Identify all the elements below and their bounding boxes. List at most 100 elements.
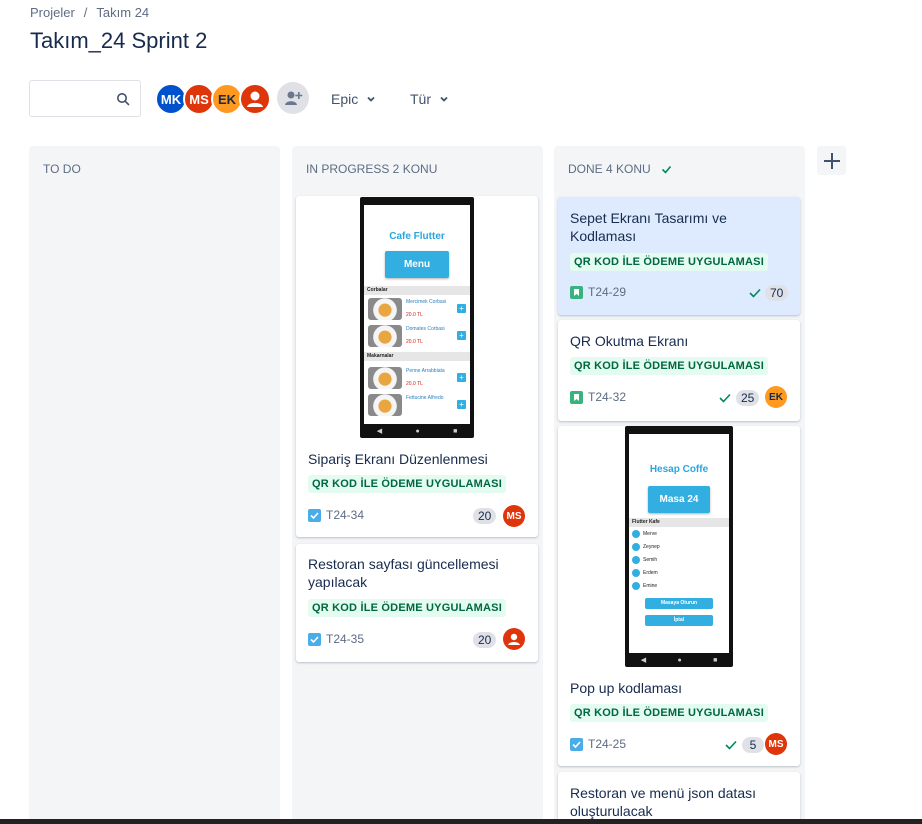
story-points: 20: [473, 508, 497, 524]
card-title: Restoran sayfası güncellemesi yapılacak: [308, 556, 499, 590]
epic-label[interactable]: QR KOD İLE ÖDEME UYGULAMASI: [308, 475, 506, 493]
issue-key[interactable]: T24-35: [326, 632, 364, 646]
column-title: TO DO: [43, 162, 81, 176]
card-title: QR Okutma Ekranı: [570, 333, 689, 349]
soup-image: [368, 325, 402, 347]
phone-screen: Cafe Flutter Menu Corbalar Mercimek Corb…: [364, 205, 470, 424]
phone-menu-item: Domates Corbasi 20.0 TL +: [366, 324, 468, 348]
item-price: 20.0 TL: [406, 381, 423, 387]
issue-card-t24-32[interactable]: QR Okutma Ekranı QR KOD İLE ÖDEME UYGULA…: [558, 320, 800, 421]
phone-nav-bar: ◀ ● ■: [640, 656, 718, 665]
task-icon: [308, 633, 321, 646]
phone-section-label: Corbalar: [364, 286, 470, 295]
check-icon: [661, 165, 671, 174]
story-icon: [570, 391, 583, 404]
story-icon: [570, 286, 583, 299]
epic-label[interactable]: QR KOD İLE ÖDEME UYGULAMASI: [570, 357, 768, 375]
search-input[interactable]: [36, 89, 112, 109]
plus-icon: [823, 152, 840, 169]
type-filter-label: Tür: [410, 91, 431, 107]
phone-person-row: Merve: [632, 530, 657, 538]
done-check-icon: [725, 740, 737, 750]
phone-menu-item: Mercimek Corbasi 20.0 TL +: [366, 297, 468, 321]
avatar-default-user[interactable]: [239, 83, 271, 115]
card-title: Sepet Ekranı Tasarımı ve Kodlaması: [570, 210, 727, 244]
issue-key[interactable]: T24-25: [588, 737, 626, 751]
issue-card-t24-29[interactable]: Sepet Ekranı Tasarımı ve Kodlaması QR KO…: [558, 197, 800, 315]
epic-filter-dropdown[interactable]: Epic: [331, 88, 376, 110]
epic-label[interactable]: QR KOD İLE ÖDEME UYGULAMASI: [570, 253, 768, 271]
phone-menu-button: Menu: [385, 251, 449, 278]
item-price: 20.0 TL: [406, 312, 423, 318]
plus-icon: +: [457, 373, 466, 382]
issue-card-t24-35[interactable]: Restoran sayfası güncellemesi yapılacak …: [296, 544, 538, 662]
issue-card-json-data[interactable]: Restoran ve menü json datası oluşturulac…: [558, 772, 800, 824]
plus-icon: +: [457, 331, 466, 340]
issue-card-t24-25[interactable]: Hesap Coffe Masa 24 Flutter Kafe Merve Z…: [558, 426, 800, 766]
phone-menu-item: Penne Arrabbiata 20.0 TL +: [366, 366, 468, 390]
epic-filter-label: Epic: [331, 91, 359, 107]
phone-cancel-button: İptal: [645, 615, 713, 626]
issue-key[interactable]: T24-32: [588, 390, 626, 404]
column-title: IN PROGRESS 2 KONU: [306, 162, 438, 176]
item-name: Mercimek Corbasi: [406, 299, 447, 305]
done-check-icon: [719, 393, 731, 403]
assignee-avatar[interactable]: EK: [765, 386, 787, 408]
epic-label[interactable]: QR KOD İLE ÖDEME UYGULAMASI: [570, 704, 768, 722]
type-filter-dropdown[interactable]: Tür: [410, 88, 449, 110]
add-column-button[interactable]: [817, 146, 846, 175]
search-box[interactable]: [29, 80, 141, 117]
chevron-down-icon: [367, 96, 375, 102]
user-icon: [247, 91, 263, 107]
breadcrumb-projects-link[interactable]: Projeler: [30, 5, 75, 20]
assignee-avatar[interactable]: MS: [765, 733, 787, 755]
breadcrumb: Projeler / Takım 24: [30, 5, 149, 20]
search-icon: [117, 93, 130, 106]
phone-person-row: Zeynep: [632, 543, 660, 551]
phone-person-row: Semih: [632, 556, 657, 564]
user-icon: [508, 633, 520, 645]
item-name: Penne Arrabbiata: [406, 368, 445, 374]
issue-key[interactable]: T24-29: [588, 285, 626, 299]
phone-screen: Hesap Coffe Masa 24 Flutter Kafe Merve Z…: [629, 434, 729, 653]
soup-image: [368, 298, 402, 320]
issue-key[interactable]: T24-34: [326, 508, 364, 522]
task-icon: [308, 509, 321, 522]
phone-section-label: Makarnalar: [364, 352, 470, 361]
plus-icon: +: [457, 400, 466, 409]
item-name: Domates Corbasi: [406, 326, 445, 332]
item-price: 20.0 TL: [406, 339, 423, 345]
assignee-avatar[interactable]: [503, 628, 525, 650]
add-people-button[interactable]: [277, 82, 309, 114]
column-title: DONE 4 KONU: [568, 162, 651, 176]
pasta-image: [368, 394, 402, 416]
item-name: Fettucine Alfredo: [406, 395, 444, 401]
horizontal-scrollbar[interactable]: [0, 819, 922, 824]
story-points: 70: [765, 285, 789, 301]
assignee-avatar[interactable]: MS: [503, 505, 525, 527]
epic-label[interactable]: QR KOD İLE ÖDEME UYGULAMASI: [308, 599, 506, 617]
phone-person-row: Emine: [632, 582, 657, 590]
story-points: 20: [473, 632, 497, 648]
attachment-screenshot-cafe-flutter: Cafe Flutter Menu Corbalar Mercimek Corb…: [360, 197, 474, 438]
phone-app-title: Hesap Coffe: [649, 464, 709, 475]
column-header-todo: TO DO: [43, 162, 81, 176]
phone-nav-bar: ◀ ● ■: [376, 427, 458, 436]
card-title: Pop up kodlaması: [570, 680, 683, 696]
done-check-icon: [749, 288, 761, 298]
story-points: 5: [742, 737, 764, 753]
issue-card-t24-34[interactable]: Cafe Flutter Menu Corbalar Mercimek Corb…: [296, 196, 538, 537]
column-header-done: DONE 4 KONU: [568, 162, 672, 176]
breadcrumb-separator: /: [83, 5, 88, 20]
breadcrumb-project-link[interactable]: Takım 24: [96, 5, 149, 20]
phone-table-button: Masa 24: [648, 486, 710, 513]
card-title: Restoran ve menü json datası oluşturulac…: [570, 785, 756, 819]
attachment-screenshot-hesap-coffe: Hesap Coffe Masa 24 Flutter Kafe Merve Z…: [625, 426, 733, 667]
plus-icon: +: [457, 304, 466, 313]
phone-join-button: Masaya Oturun: [645, 598, 713, 609]
phone-section-label: Flutter Kafe: [629, 518, 729, 527]
pasta-image: [368, 367, 402, 389]
phone-menu-item: Fettucine Alfredo +: [366, 393, 468, 417]
column-header-in-progress: IN PROGRESS 2 KONU: [306, 162, 437, 176]
page-title: Takım_24 Sprint 2: [30, 28, 208, 53]
